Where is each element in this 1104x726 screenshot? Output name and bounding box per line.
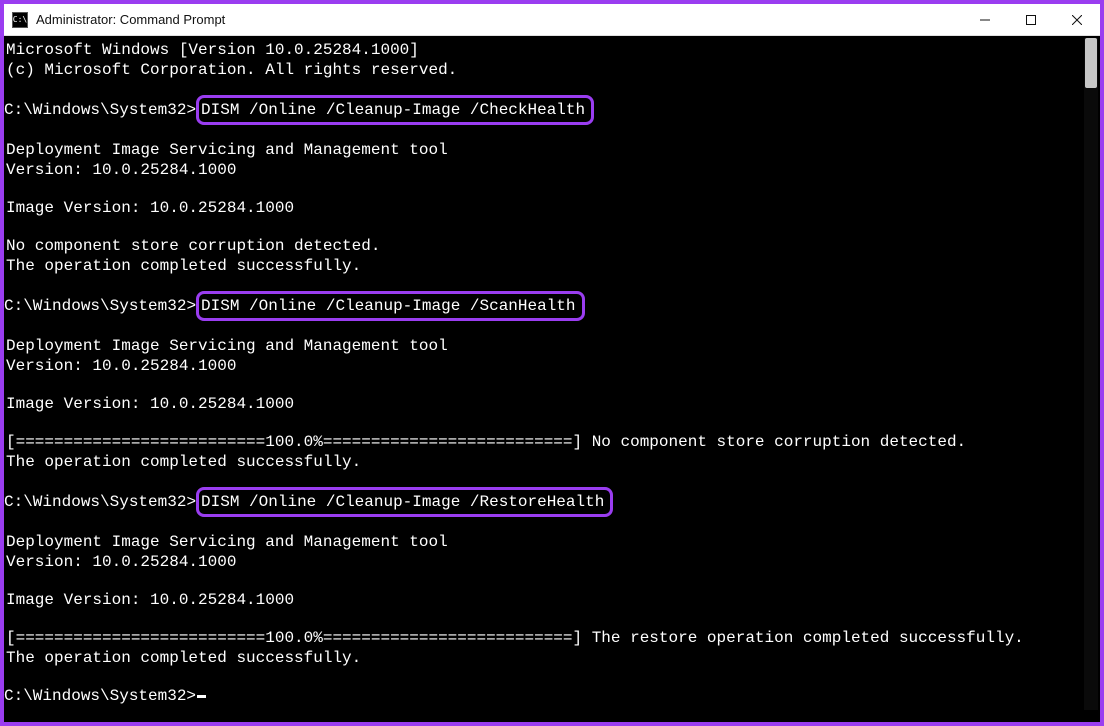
header-copyright-line: (c) Microsoft Corporation. All rights re…	[4, 60, 1082, 80]
terminal-content: Microsoft Windows [Version 10.0.25284.10…	[4, 40, 1100, 706]
completed-line: The operation completed successfully.	[4, 452, 1082, 472]
final-prompt-row[interactable]: C:\Windows\System32>	[4, 686, 1082, 706]
blank-line	[4, 572, 1082, 590]
prompt-glyph: >	[186, 296, 196, 316]
dism-version-line: Version: 10.0.25284.1000	[4, 356, 1082, 376]
blank-line	[4, 180, 1082, 198]
image-version-line: Image Version: 10.0.25284.1000	[4, 394, 1082, 414]
terminal-body[interactable]: Microsoft Windows [Version 10.0.25284.10…	[4, 36, 1100, 722]
maximize-button[interactable]	[1008, 4, 1054, 35]
window-title: Administrator: Command Prompt	[36, 12, 962, 27]
blank-line	[4, 668, 1082, 686]
highlighted-command-0: DISM /Online /Cleanup-Image /CheckHealth	[196, 95, 594, 125]
header-version-line: Microsoft Windows [Version 10.0.25284.10…	[4, 40, 1082, 60]
progress-line: [==========================100.0%=======…	[4, 432, 1082, 452]
prompt-row-2: C:\Windows\System32>DISM /Online /Cleanu…	[4, 490, 1082, 514]
dism-tool-line: Deployment Image Servicing and Managemen…	[4, 336, 1082, 356]
image-version-line: Image Version: 10.0.25284.1000	[4, 198, 1082, 218]
prompt-row-0: C:\Windows\System32>DISM /Online /Cleanu…	[4, 98, 1082, 122]
completed-line: The operation completed successfully.	[4, 256, 1082, 276]
cursor-icon	[197, 695, 206, 698]
blank-line	[4, 218, 1082, 236]
minimize-icon	[980, 15, 990, 25]
highlighted-command-2: DISM /Online /Cleanup-Image /RestoreHeal…	[196, 487, 613, 517]
blank-line	[4, 610, 1082, 628]
prompt-path: C:\Windows\System32	[4, 296, 186, 316]
prompt-path: C:\Windows\System32	[4, 100, 186, 120]
result-line: No component store corruption detected.	[4, 236, 1082, 256]
minimize-button[interactable]	[962, 4, 1008, 35]
scrollbar-thumb[interactable]	[1085, 38, 1097, 88]
close-button[interactable]	[1054, 4, 1100, 35]
title-bar[interactable]: C:\ Administrator: Command Prompt	[4, 4, 1100, 36]
maximize-icon	[1026, 15, 1036, 25]
prompt-glyph: >	[186, 100, 196, 120]
window-controls	[962, 4, 1100, 35]
completed-line: The operation completed successfully.	[4, 648, 1082, 668]
image-version-line: Image Version: 10.0.25284.1000	[4, 590, 1082, 610]
cmd-app-icon: C:\	[12, 12, 28, 28]
prompt-glyph: >	[186, 492, 196, 512]
vertical-scrollbar[interactable]	[1084, 38, 1098, 710]
close-icon	[1072, 15, 1082, 25]
blank-line	[4, 414, 1082, 432]
dism-tool-line: Deployment Image Servicing and Managemen…	[4, 140, 1082, 160]
dism-tool-line: Deployment Image Servicing and Managemen…	[4, 532, 1082, 552]
blank-line	[4, 376, 1082, 394]
progress-line: [==========================100.0%=======…	[4, 628, 1082, 648]
prompt-row-1: C:\Windows\System32>DISM /Online /Cleanu…	[4, 294, 1082, 318]
highlighted-command-1: DISM /Online /Cleanup-Image /ScanHealth	[196, 291, 584, 321]
dism-version-line: Version: 10.0.25284.1000	[4, 552, 1082, 572]
final-prompt-text: C:\Windows\System32>	[4, 686, 196, 706]
dism-version-line: Version: 10.0.25284.1000	[4, 160, 1082, 180]
prompt-path: C:\Windows\System32	[4, 492, 186, 512]
window-frame: C:\ Administrator: Command Prompt Micros…	[0, 0, 1104, 726]
